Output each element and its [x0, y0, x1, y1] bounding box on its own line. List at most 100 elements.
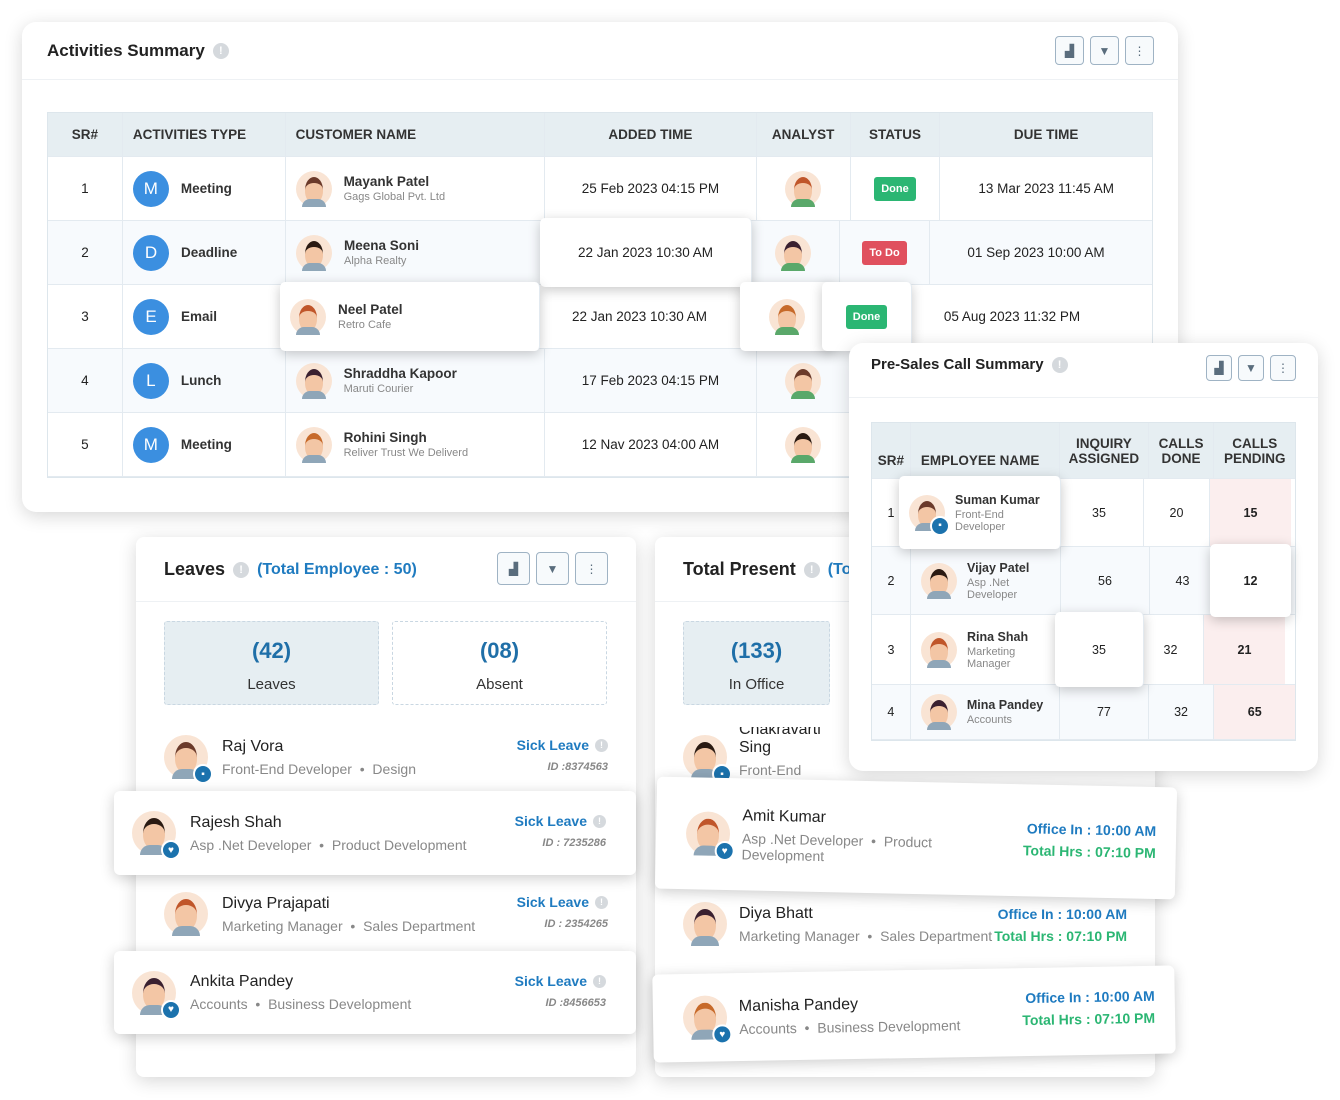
more-icon[interactable]: ⋮ [1125, 36, 1154, 65]
more-icon[interactable]: ⋮ [575, 552, 608, 585]
leave-list-item[interactable]: ▪ Raj Vora Front-End Developer • Design S… [136, 727, 636, 787]
calls-done: 32 [1149, 685, 1215, 739]
present-list-item[interactable]: ♥ Manisha Pandey Accounts • Business Deve… [652, 965, 1176, 1063]
customer-name[interactable]: Mayank Patel [344, 174, 446, 189]
status-badge[interactable]: Done [874, 176, 916, 201]
stat-label: In Office [728, 676, 785, 693]
sr-cell: 3 [48, 285, 123, 348]
filter-icon[interactable]: ▼ [536, 552, 569, 585]
analyst-avatar[interactable] [785, 170, 822, 207]
table-row[interactable]: 4 Mina Pandey Accounts 77 32 65 [872, 685, 1296, 740]
avatar: ▪ [164, 735, 213, 784]
chart-icon[interactable]: ▟ [497, 552, 530, 585]
customer-company: Gags Global Pvt. Ltd [343, 191, 446, 203]
leave-list-item[interactable]: ♥ Ankita Pandey Accounts • Business Devel… [114, 951, 636, 1034]
column-header[interactable]: INQUIRY ASSIGNED [1060, 423, 1149, 478]
status-badge[interactable]: To Do [862, 240, 907, 265]
table-row[interactable]: 2 Vijay Patel Asp .Net Developer 56 43 12 [872, 544, 1295, 617]
info-icon[interactable]: ! [1051, 356, 1068, 373]
chart-icon[interactable]: ▟ [1206, 355, 1232, 381]
heart-icon: ♥ [712, 1024, 733, 1045]
info-icon[interactable]: ! [212, 43, 229, 59]
column-header[interactable]: ANALYST [757, 113, 851, 156]
info-icon[interactable]: ! [233, 561, 250, 578]
info-icon[interactable]: ! [593, 974, 606, 988]
stat-label: Absent [476, 676, 523, 693]
column-header[interactable]: SR# [872, 423, 911, 478]
info-icon[interactable]: ! [803, 561, 820, 578]
column-header[interactable]: ACTIVITIES TYPE [123, 113, 286, 156]
employee-id: ID :8456653 [545, 997, 606, 1009]
employee-name[interactable]: Rina Shah [967, 630, 1047, 644]
customer-name[interactable]: Neel Patel [338, 302, 403, 317]
employee-name[interactable]: Vijay Patel [967, 561, 1047, 575]
info-icon[interactable]: ! [595, 738, 608, 752]
analyst-avatar[interactable] [774, 234, 811, 271]
leave-type[interactable]: Sick Leave [515, 973, 587, 989]
leave-type[interactable]: Sick Leave [515, 813, 587, 829]
leave-type[interactable]: Sick Leave [517, 737, 589, 753]
column-header[interactable]: CUSTOMER NAME [286, 113, 546, 156]
leaves-header: Leaves! (Total Employee : 50) [164, 559, 417, 580]
customer-name[interactable]: Shraddha Kapoor [344, 366, 457, 381]
employee-department: Business Development [268, 996, 412, 1012]
column-header[interactable]: CALLS PENDING [1214, 423, 1295, 478]
employee-role: Marketing Manager [739, 927, 860, 944]
stat-in-office[interactable]: (133) In Office [683, 621, 830, 705]
avatar: ♥ [132, 970, 181, 1020]
table-row[interactable]: 1 M Meeting Mayank Patel Gags Global Pvt. … [48, 157, 1152, 221]
employee-name: Manisha Pandey [738, 995, 859, 1015]
filter-icon[interactable]: ▼ [1090, 36, 1119, 65]
employee-name[interactable]: Mina Pandey [967, 698, 1047, 712]
more-icon[interactable]: ⋮ [1270, 355, 1296, 381]
status-badge[interactable]: Done [845, 304, 888, 329]
customer-name[interactable]: Rohini Singh [344, 430, 469, 445]
total-employee: (Total Employee : 50) [257, 560, 417, 578]
column-header[interactable]: CALLS DONE [1149, 423, 1215, 478]
customer-company: Maruti Courier [343, 383, 414, 395]
calls-done: 43 [1150, 547, 1216, 614]
info-icon[interactable]: ! [595, 895, 608, 909]
analyst-avatar[interactable] [785, 426, 822, 463]
table-row[interactable]: 2 D Deadline Meena Soni Alpha Realty 22 Ja… [48, 218, 1152, 287]
employee-role: Marketing Manager [967, 645, 1016, 670]
leave-type[interactable]: Sick Leave [517, 894, 589, 910]
avatar: ▪ [909, 494, 950, 536]
customer-name[interactable]: Meena Soni [344, 238, 419, 253]
leave-list-item[interactable]: ♥ Rajesh Shah Asp .Net Developer • Produc… [114, 791, 636, 875]
activity-type: Deadline [181, 245, 238, 260]
avatar: ▪ [683, 735, 732, 784]
analyst-avatar[interactable] [768, 298, 805, 335]
sr-cell: 4 [872, 685, 911, 739]
table-row[interactable]: 1 ▪ Suman Kumar Front-End Developer 35 20 … [872, 476, 1295, 549]
column-header[interactable]: STATUS [851, 113, 941, 156]
due-time: 01 Sep 2023 10:00 AM [967, 245, 1105, 260]
employee-name[interactable]: Suman Kumar [955, 493, 1040, 507]
filter-icon[interactable]: ▼ [1238, 355, 1264, 381]
column-header[interactable]: DUE TIME [940, 113, 1152, 156]
present-list-item[interactable]: ♥ Amit Kumar Asp .Net Developer • Product… [654, 776, 1178, 900]
employee-department: Sales Department [363, 917, 476, 934]
info-icon[interactable]: ! [593, 814, 606, 828]
stat-leaves[interactable]: (42) Leaves [164, 621, 379, 705]
present-list-item[interactable]: Diya Bhatt Marketing Manager • Sales Depa… [655, 892, 1155, 956]
present-title: Total Present [683, 559, 796, 579]
office-in-time: Office In : 10:00 AM [997, 906, 1127, 922]
sr-cell: 2 [48, 221, 123, 284]
activity-letter-icon: L [132, 362, 169, 399]
column-header[interactable]: EMPLOYEE NAME [911, 423, 1061, 478]
chart-icon[interactable]: ▟ [1055, 36, 1084, 65]
leave-list-item[interactable]: Divya Prajapati Marketing Manager • Sales… [136, 884, 636, 944]
column-header[interactable]: ADDED TIME [545, 113, 757, 156]
calls-pending: 21 [1204, 615, 1285, 684]
inquiry-assigned: 77 [1060, 685, 1149, 739]
column-header[interactable]: SR# [48, 113, 123, 156]
activity-type: Lunch [180, 373, 222, 388]
employee-department: Product Development [331, 836, 467, 853]
table-row[interactable]: 3 Rina Shah Marketing Manager 35 32 21 [872, 612, 1295, 687]
table-row[interactable]: 3 E Email Neel Patel Retro Cafe 22 Jan 202… [48, 282, 1152, 351]
stat-absent[interactable]: (08) Absent [392, 621, 607, 705]
employee-department: Sales Department [880, 927, 993, 944]
added-time: 22 Jan 2023 10:30 AM [534, 285, 746, 348]
analyst-avatar[interactable] [785, 362, 822, 399]
